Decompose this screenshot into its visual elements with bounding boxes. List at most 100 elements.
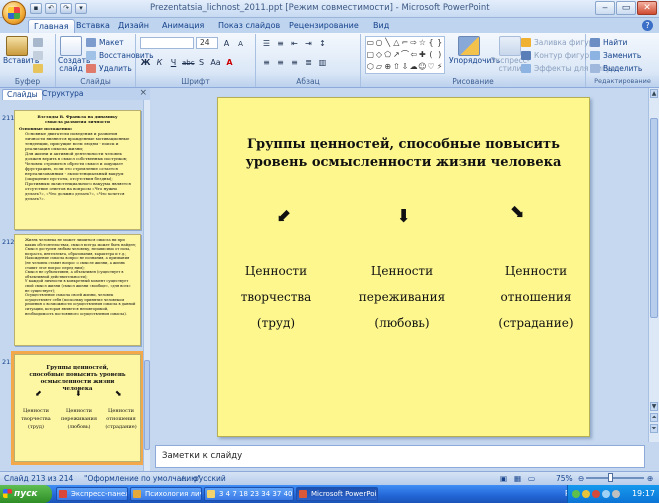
slide[interactable]: Группы ценностей, способные повысить уро… <box>217 97 590 437</box>
format-painter-icon[interactable] <box>33 63 46 74</box>
zoom-out-icon[interactable]: ⊖ <box>578 472 584 485</box>
close-button[interactable]: ✕ <box>637 1 657 15</box>
tray-network-icon[interactable] <box>572 490 580 498</box>
grow-font-icon[interactable]: A <box>220 37 233 49</box>
slide-title[interactable]: Группы ценностей, способные повысить уро… <box>228 136 579 172</box>
slide-thumbnail-213[interactable]: Группы ценностей, способные повысить уро… <box>11 351 144 465</box>
cut-icon[interactable] <box>33 37 46 48</box>
slide-canvas: Группы ценностей, способные повысить уро… <box>151 88 648 442</box>
thumb-number: 211 <box>2 114 15 122</box>
next-slide-icon[interactable]: ⏷ <box>650 424 658 433</box>
change-case-button[interactable]: Аа <box>209 56 222 68</box>
underline-button[interactable]: Ч <box>167 56 180 68</box>
scroll-up-icon[interactable]: ▲ <box>650 89 658 98</box>
tab-animation[interactable]: Анимация <box>162 19 204 33</box>
thumb-item: Противным экзистенциального вакуума явля… <box>25 181 131 201</box>
value-column-attitude[interactable]: Ценности отношения (страдание) <box>486 258 586 336</box>
tray-volume-icon[interactable] <box>602 490 610 498</box>
paste-button[interactable]: Вставить <box>3 36 39 65</box>
tab-design[interactable]: Дизайн <box>118 19 149 33</box>
layout-button[interactable]: Макет <box>86 37 124 48</box>
zoom-level[interactable]: 75% <box>556 472 573 485</box>
font-group-label: Шрифт <box>136 76 255 87</box>
slideshow-view-icon[interactable]: ▭ <box>528 472 535 485</box>
value-column-creativity[interactable]: Ценности творчества (труд) <box>226 258 326 336</box>
minimize-button[interactable]: ‒ <box>595 1 615 15</box>
pane-scroll-thumb[interactable] <box>144 360 150 450</box>
decrease-indent-icon[interactable]: ⇤ <box>288 37 301 49</box>
line-spacing-icon[interactable]: ↕ <box>316 37 329 49</box>
tab-home[interactable]: Главная <box>28 19 75 33</box>
previous-slide-icon[interactable]: ⏶ <box>650 413 658 422</box>
group-clipboard: Вставить Буфер обмена <box>0 34 56 97</box>
font-format-row: Ж К Ч abc S Аа А <box>139 56 236 68</box>
pane-close-icon[interactable]: × <box>139 88 147 98</box>
zoom-slider-knob[interactable] <box>608 473 613 482</box>
align-center-icon[interactable]: ≡ <box>274 56 287 68</box>
slide-sorter-icon[interactable]: ▦ <box>514 472 521 485</box>
scroll-down-icon[interactable]: ▼ <box>650 402 658 411</box>
thumb-arrow-icon: ⬋ <box>35 389 42 398</box>
justify-icon[interactable]: ≣ <box>302 56 315 68</box>
customize-qat-icon[interactable]: ▾ <box>75 3 87 14</box>
scroll-thumb[interactable] <box>650 118 658 318</box>
value-column-experience[interactable]: Ценности переживания (любовь) <box>352 258 452 336</box>
tab-slideshow[interactable]: Показ слайдов <box>218 19 280 33</box>
select-button[interactable]: Выделить <box>590 63 642 74</box>
thumb-item: Жизнь человека не может лишиться смысла … <box>25 238 136 247</box>
align-left-icon[interactable]: ≡ <box>260 56 273 68</box>
zoom-slider[interactable] <box>586 473 644 482</box>
font-size-field[interactable]: 24 <box>196 37 218 49</box>
save-icon[interactable]: ▪ <box>30 3 42 14</box>
pane-scrollbar[interactable] <box>143 100 150 471</box>
text-shadow-button[interactable]: S <box>195 56 208 68</box>
taskbar-item-opera[interactable]: Экспресс-панель - О... <box>56 487 128 501</box>
redo-icon[interactable]: ↷ <box>60 3 72 14</box>
notes-field[interactable]: Заметки к слайду <box>155 445 645 468</box>
increase-indent-icon[interactable]: ⇥ <box>302 37 315 49</box>
align-right-icon[interactable]: ≡ <box>288 56 301 68</box>
shapes-gallery[interactable]: ▭ ○ ╲ △ ⌐ ⇨ ☆{} ▢ ◇ ⬠ ↗ ⌒ ⇦ ✚() ⬡ ▱ ⊕ ⇧ ⇩ ☁ ☺ ♡ ⚡ <box>365 36 445 74</box>
tab-review[interactable]: Рецензирование <box>289 19 359 33</box>
taskbar-item-word[interactable]: Психология личност... <box>130 487 202 501</box>
numbering-icon[interactable]: ≡ <box>274 37 287 49</box>
thumb-item: Нахождение смысла вопрос не познания, а … <box>25 256 130 270</box>
tab-outline-pane[interactable]: Структура <box>38 89 88 100</box>
tab-view[interactable]: Вид <box>373 19 389 33</box>
bold-button[interactable]: Ж <box>139 56 152 68</box>
italic-button[interactable]: К <box>153 56 166 68</box>
copy-icon[interactable] <box>33 50 46 61</box>
office-button[interactable] <box>2 1 26 25</box>
shrink-font-icon[interactable]: A <box>234 37 247 49</box>
taskbar-item-folder[interactable]: 3 4 7 18 23 34 37 40 ... <box>204 487 294 501</box>
font-name-field[interactable] <box>140 37 194 49</box>
font-color-button[interactable]: А <box>223 56 236 68</box>
zoom-in-icon[interactable]: ⊕ <box>647 472 653 485</box>
shape-outline-button[interactable]: Контур фигуры <box>521 50 595 61</box>
maximize-button[interactable]: ▭ <box>616 1 636 15</box>
window-title: Prezentatsia_lichnost_2011.ppt [Режим со… <box>150 3 490 13</box>
slide-thumbnail-211[interactable]: Взгляды В. Франкла на динамику смысла ра… <box>14 110 141 230</box>
bullets-icon[interactable]: ☰ <box>260 37 273 49</box>
undo-icon[interactable]: ↶ <box>45 3 57 14</box>
vertical-scrollbar[interactable]: ▲ ▼ ⏶ ⏷ <box>648 88 659 442</box>
arrange-button[interactable]: Упорядочить <box>449 36 500 65</box>
taskbar-item-powerpoint[interactable]: Microsoft PowerPoint ... <box>296 487 378 501</box>
tray-security-icon[interactable] <box>582 490 590 498</box>
delete-slide-button[interactable]: Удалить <box>86 63 132 74</box>
slide-thumbnail-212[interactable]: Жизнь человека не может лишиться смысла … <box>14 234 141 346</box>
spellcheck-icon[interactable]: ⚠ <box>180 472 187 485</box>
language-indicator[interactable]: русский <box>194 472 226 485</box>
replace-button[interactable]: Заменить <box>590 50 641 61</box>
find-button[interactable]: Найти <box>590 37 627 48</box>
columns-icon[interactable]: ▥ <box>316 56 329 68</box>
start-button[interactable]: пуск <box>0 485 52 503</box>
tab-insert[interactable]: Вставка <box>76 19 110 33</box>
normal-view-icon[interactable]: ▣ <box>500 472 507 485</box>
tray-usb-icon[interactable] <box>612 490 620 498</box>
tab-slides-pane[interactable]: Слайды <box>2 89 43 100</box>
tray-antivirus-icon[interactable] <box>592 490 600 498</box>
new-slide-button[interactable]: Создать слайд <box>58 36 90 73</box>
help-icon[interactable]: ? <box>642 20 653 31</box>
strikethrough-button[interactable]: abc <box>181 56 195 68</box>
